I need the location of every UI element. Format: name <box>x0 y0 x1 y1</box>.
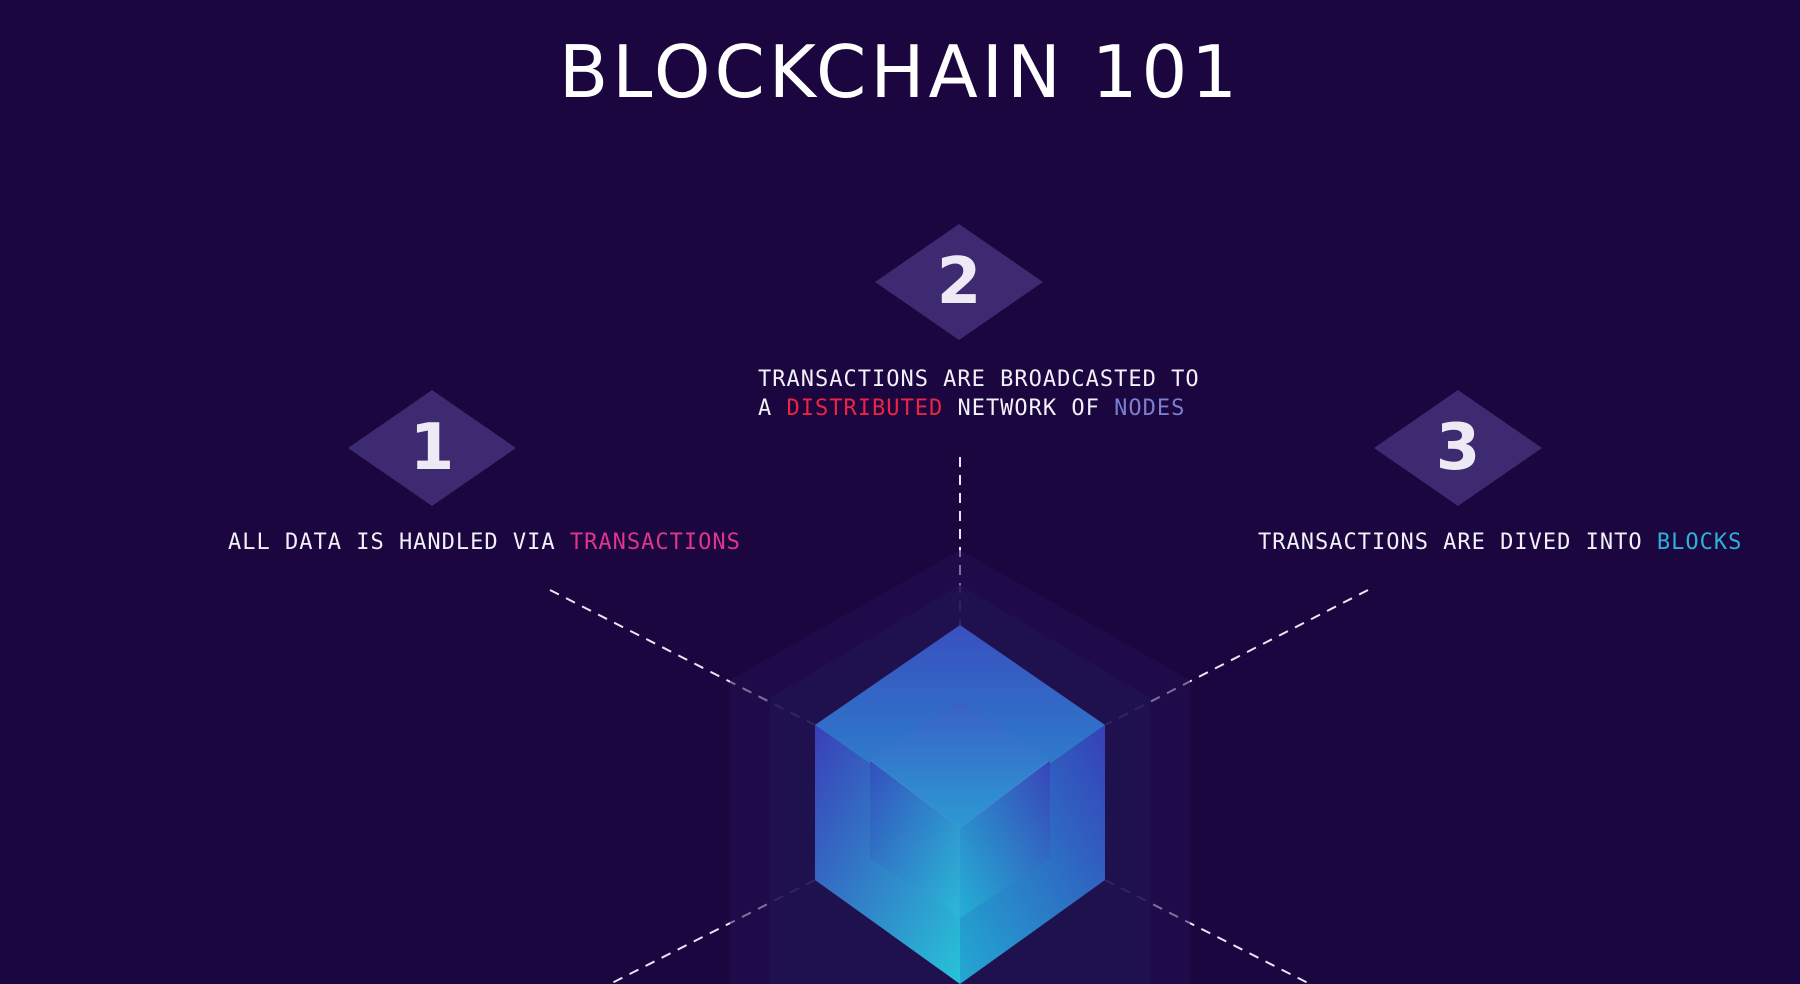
step-1-highlight: TRANSACTIONS <box>569 530 741 555</box>
step-3-number: 3 <box>1435 411 1481 485</box>
step-2-line-1: TRANSACTIONS ARE BROADCASTED TO <box>758 367 1200 392</box>
step-1-badge: 1 <box>346 388 518 508</box>
step-1-number: 1 <box>409 411 455 485</box>
step-3-highlight: BLOCKS <box>1656 530 1743 555</box>
step-2-caption: TRANSACTIONS ARE BROADCASTED TO A DISTRI… <box>758 365 1200 423</box>
step-3-text: TRANSACTIONS ARE DIVED INTO <box>1258 530 1657 555</box>
step-2-text-mid: NETWORK OF <box>943 396 1115 421</box>
step-2-line-2: A DISTRIBUTED NETWORK OF NODES <box>758 394 1200 423</box>
step-1-text: ALL DATA IS HANDLED VIA <box>228 530 570 555</box>
step-1-caption: ALL DATA IS HANDLED VIA TRANSACTIONS <box>228 530 741 555</box>
step-2-highlight-nodes: NODES <box>1114 396 1186 421</box>
step-3-badge: 3 <box>1372 388 1544 508</box>
diagram: 1 ALL DATA IS HANDLED VIA TRANSACTIONS 2… <box>0 0 1800 984</box>
step-2-number: 2 <box>936 245 982 319</box>
step-3-caption: TRANSACTIONS ARE DIVED INTO BLOCKS <box>1258 530 1742 555</box>
step-2-text-a: A <box>758 396 787 421</box>
step-2-highlight-distributed: DISTRIBUTED <box>786 396 944 421</box>
step-2-badge: 2 <box>873 222 1045 342</box>
